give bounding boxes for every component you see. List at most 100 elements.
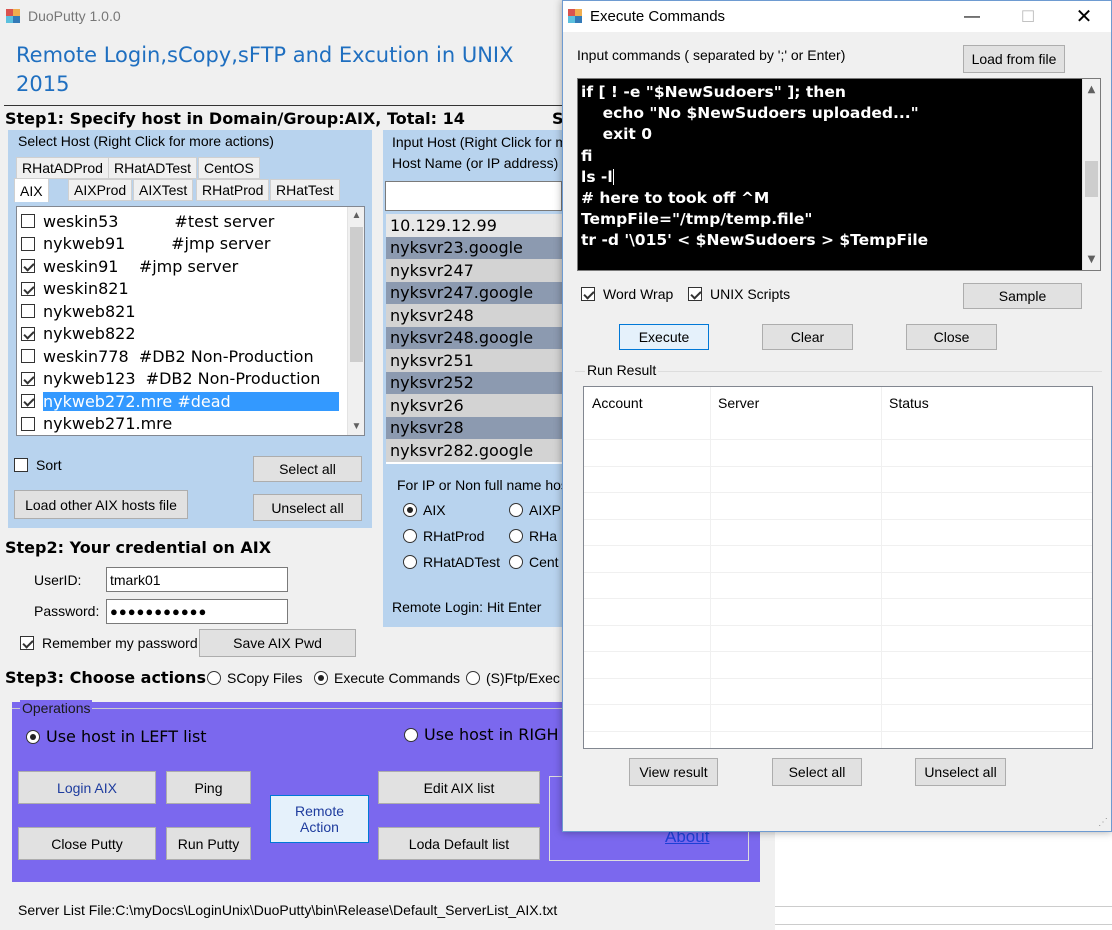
host-type-radio[interactable]: AIXP [509, 502, 561, 518]
load-from-file-button[interactable]: Load from file [963, 45, 1065, 73]
commands-editor[interactable]: if [ ! -e "$NewSudoers" ]; then echo "No… [577, 78, 1101, 271]
remote-action-button[interactable]: Remote Action [270, 795, 369, 843]
execute-button[interactable]: Execute [619, 324, 709, 350]
host-checkbox[interactable] [21, 281, 35, 296]
select-all-button[interactable]: Select all [253, 456, 362, 482]
use-left-radio-dot[interactable] [26, 729, 40, 744]
action-sftp-radio-dot[interactable] [466, 671, 480, 685]
right-host-item[interactable]: nyksvr248 [386, 304, 562, 327]
unix-scripts-box[interactable] [688, 287, 702, 301]
host-type-radio[interactable]: RHa [509, 528, 557, 544]
right-host-item[interactable]: nyksvr247.google [386, 281, 562, 304]
unselect-all-results-button[interactable]: Unselect all [915, 758, 1006, 786]
use-left-radio[interactable]: Use host in LEFT list [26, 727, 207, 746]
scroll-up-icon[interactable]: ▲ [1083, 81, 1100, 98]
host-list-item[interactable]: weskin53 #test server [17, 210, 364, 233]
host-checkbox[interactable] [21, 304, 35, 319]
col-account[interactable]: Account [584, 387, 710, 427]
use-right-radio-dot[interactable] [404, 727, 418, 742]
tab-rhatprod[interactable]: RHatProd [196, 179, 270, 201]
right-host-item[interactable]: nyksvr247 [386, 259, 562, 282]
sample-button[interactable]: Sample [963, 283, 1082, 309]
host-type-radio-dot[interactable] [509, 529, 523, 543]
run-putty-button[interactable]: Run Putty [166, 827, 251, 860]
action-sftp-radio[interactable]: (S)Ftp/Exec [466, 670, 560, 686]
host-checkbox[interactable] [21, 394, 35, 409]
use-right-radio[interactable]: Use host in RIGH [404, 725, 559, 744]
scroll-up-icon[interactable]: ▲ [348, 207, 364, 224]
right-host-item[interactable]: nyksvr282.google [386, 439, 562, 462]
host-list-item[interactable]: weskin778 #DB2 Non-Production [17, 345, 364, 368]
host-checkbox[interactable] [21, 236, 35, 251]
host-list-item[interactable]: nykweb271.mre [17, 413, 364, 436]
load-other-hosts-button[interactable]: Load other AIX hosts file [14, 490, 188, 519]
right-host-item[interactable]: nyksvr28 [386, 416, 562, 439]
host-list-scrollbar[interactable]: ▲ ▼ [347, 207, 364, 435]
userid-input[interactable]: tmark01 [106, 567, 288, 592]
host-type-radio-dot[interactable] [403, 529, 417, 543]
host-checkbox[interactable] [21, 214, 35, 229]
scroll-thumb[interactable] [1085, 161, 1098, 197]
maximize-icon[interactable]: ☐ [1005, 1, 1051, 32]
right-host-item[interactable]: 10.129.12.99 [386, 214, 562, 237]
select-all-results-button[interactable]: Select all [772, 758, 862, 786]
login-aix-button[interactable]: Login AIX [18, 771, 156, 804]
word-wrap-checkbox[interactable]: Word Wrap [581, 286, 673, 302]
right-host-item[interactable]: nyksvr251 [386, 349, 562, 372]
host-type-radio-dot[interactable] [509, 555, 523, 569]
host-list-item[interactable]: weskin821 [17, 278, 364, 301]
tab-rhattest[interactable]: RHatTest [270, 179, 340, 201]
tab-aix[interactable]: AIX [14, 178, 49, 202]
action-scopy-radio-dot[interactable] [207, 671, 221, 685]
view-result-button[interactable]: View result [629, 758, 718, 786]
close-button[interactable]: Close [906, 324, 997, 350]
host-type-radio-dot[interactable] [403, 503, 417, 517]
host-checkbox[interactable] [21, 416, 35, 431]
action-scopy-radio[interactable]: SCopy Files [207, 670, 302, 686]
scroll-down-icon[interactable]: ▼ [348, 418, 364, 435]
tab-rhatadtest[interactable]: RHatADTest [108, 157, 198, 179]
tab-centos[interactable]: CentOS [198, 157, 260, 179]
host-list-item[interactable]: nykweb272.mre #dead [17, 390, 364, 413]
minimize-icon[interactable]: — [949, 1, 995, 32]
resize-grip-icon[interactable]: ⋰ [1098, 817, 1108, 828]
close-putty-button[interactable]: Close Putty [18, 827, 156, 860]
host-type-radio-dot[interactable] [403, 555, 417, 569]
host-checkbox[interactable] [21, 326, 35, 341]
right-host-item[interactable]: nyksvr26 [386, 394, 562, 417]
password-input[interactable]: ●●●●●●●●●●● [106, 599, 288, 624]
host-type-radio[interactable]: Cent [509, 554, 559, 570]
editor-scrollbar[interactable]: ▲ ▼ [1082, 79, 1100, 270]
host-name-input[interactable] [385, 181, 562, 211]
right-host-item[interactable]: nyksvr252 [386, 371, 562, 394]
tab-rhatadprod[interactable]: RHatADProd [16, 157, 109, 179]
action-execute-radio-dot[interactable] [314, 671, 328, 685]
tab-aixtest[interactable]: AIXTest [133, 179, 194, 201]
host-list-item[interactable]: nykweb821 [17, 300, 364, 323]
tab-aixprod[interactable]: AIXProd [68, 179, 133, 201]
host-type-radio-dot[interactable] [509, 503, 523, 517]
word-wrap-box[interactable] [581, 287, 595, 301]
host-type-radio[interactable]: AIX [403, 502, 446, 518]
sort-checkbox-box[interactable] [14, 458, 28, 472]
host-list-item[interactable]: nykweb91 #jmp server [17, 233, 364, 256]
remember-password-box[interactable] [20, 636, 34, 650]
right-host-item[interactable]: nyksvr23.google [386, 236, 562, 259]
unselect-all-button[interactable]: Unselect all [253, 494, 362, 521]
host-checkbox[interactable] [21, 259, 35, 274]
host-checkbox[interactable] [21, 349, 35, 364]
col-server[interactable]: Server [710, 387, 881, 427]
host-list[interactable]: weskin53 #test server nykweb91 #jmp serve… [16, 206, 365, 436]
clear-button[interactable]: Clear [762, 324, 853, 350]
run-result-grid[interactable]: Account Server Status [583, 386, 1093, 749]
unix-scripts-checkbox[interactable]: UNIX Scripts [688, 286, 790, 302]
action-execute-radio[interactable]: Execute Commands [314, 670, 460, 686]
scroll-down-icon[interactable]: ▼ [1083, 251, 1100, 268]
sort-checkbox[interactable]: Sort [14, 457, 62, 473]
loda-default-list-button[interactable]: Loda Default list [378, 827, 540, 860]
host-type-radio[interactable]: RHatProd [403, 528, 484, 544]
save-pwd-button[interactable]: Save AIX Pwd [199, 629, 356, 657]
host-checkbox[interactable] [21, 371, 35, 386]
close-icon[interactable]: ✕ [1061, 1, 1107, 32]
host-list-item[interactable]: weskin91 #jmp server [17, 255, 364, 278]
